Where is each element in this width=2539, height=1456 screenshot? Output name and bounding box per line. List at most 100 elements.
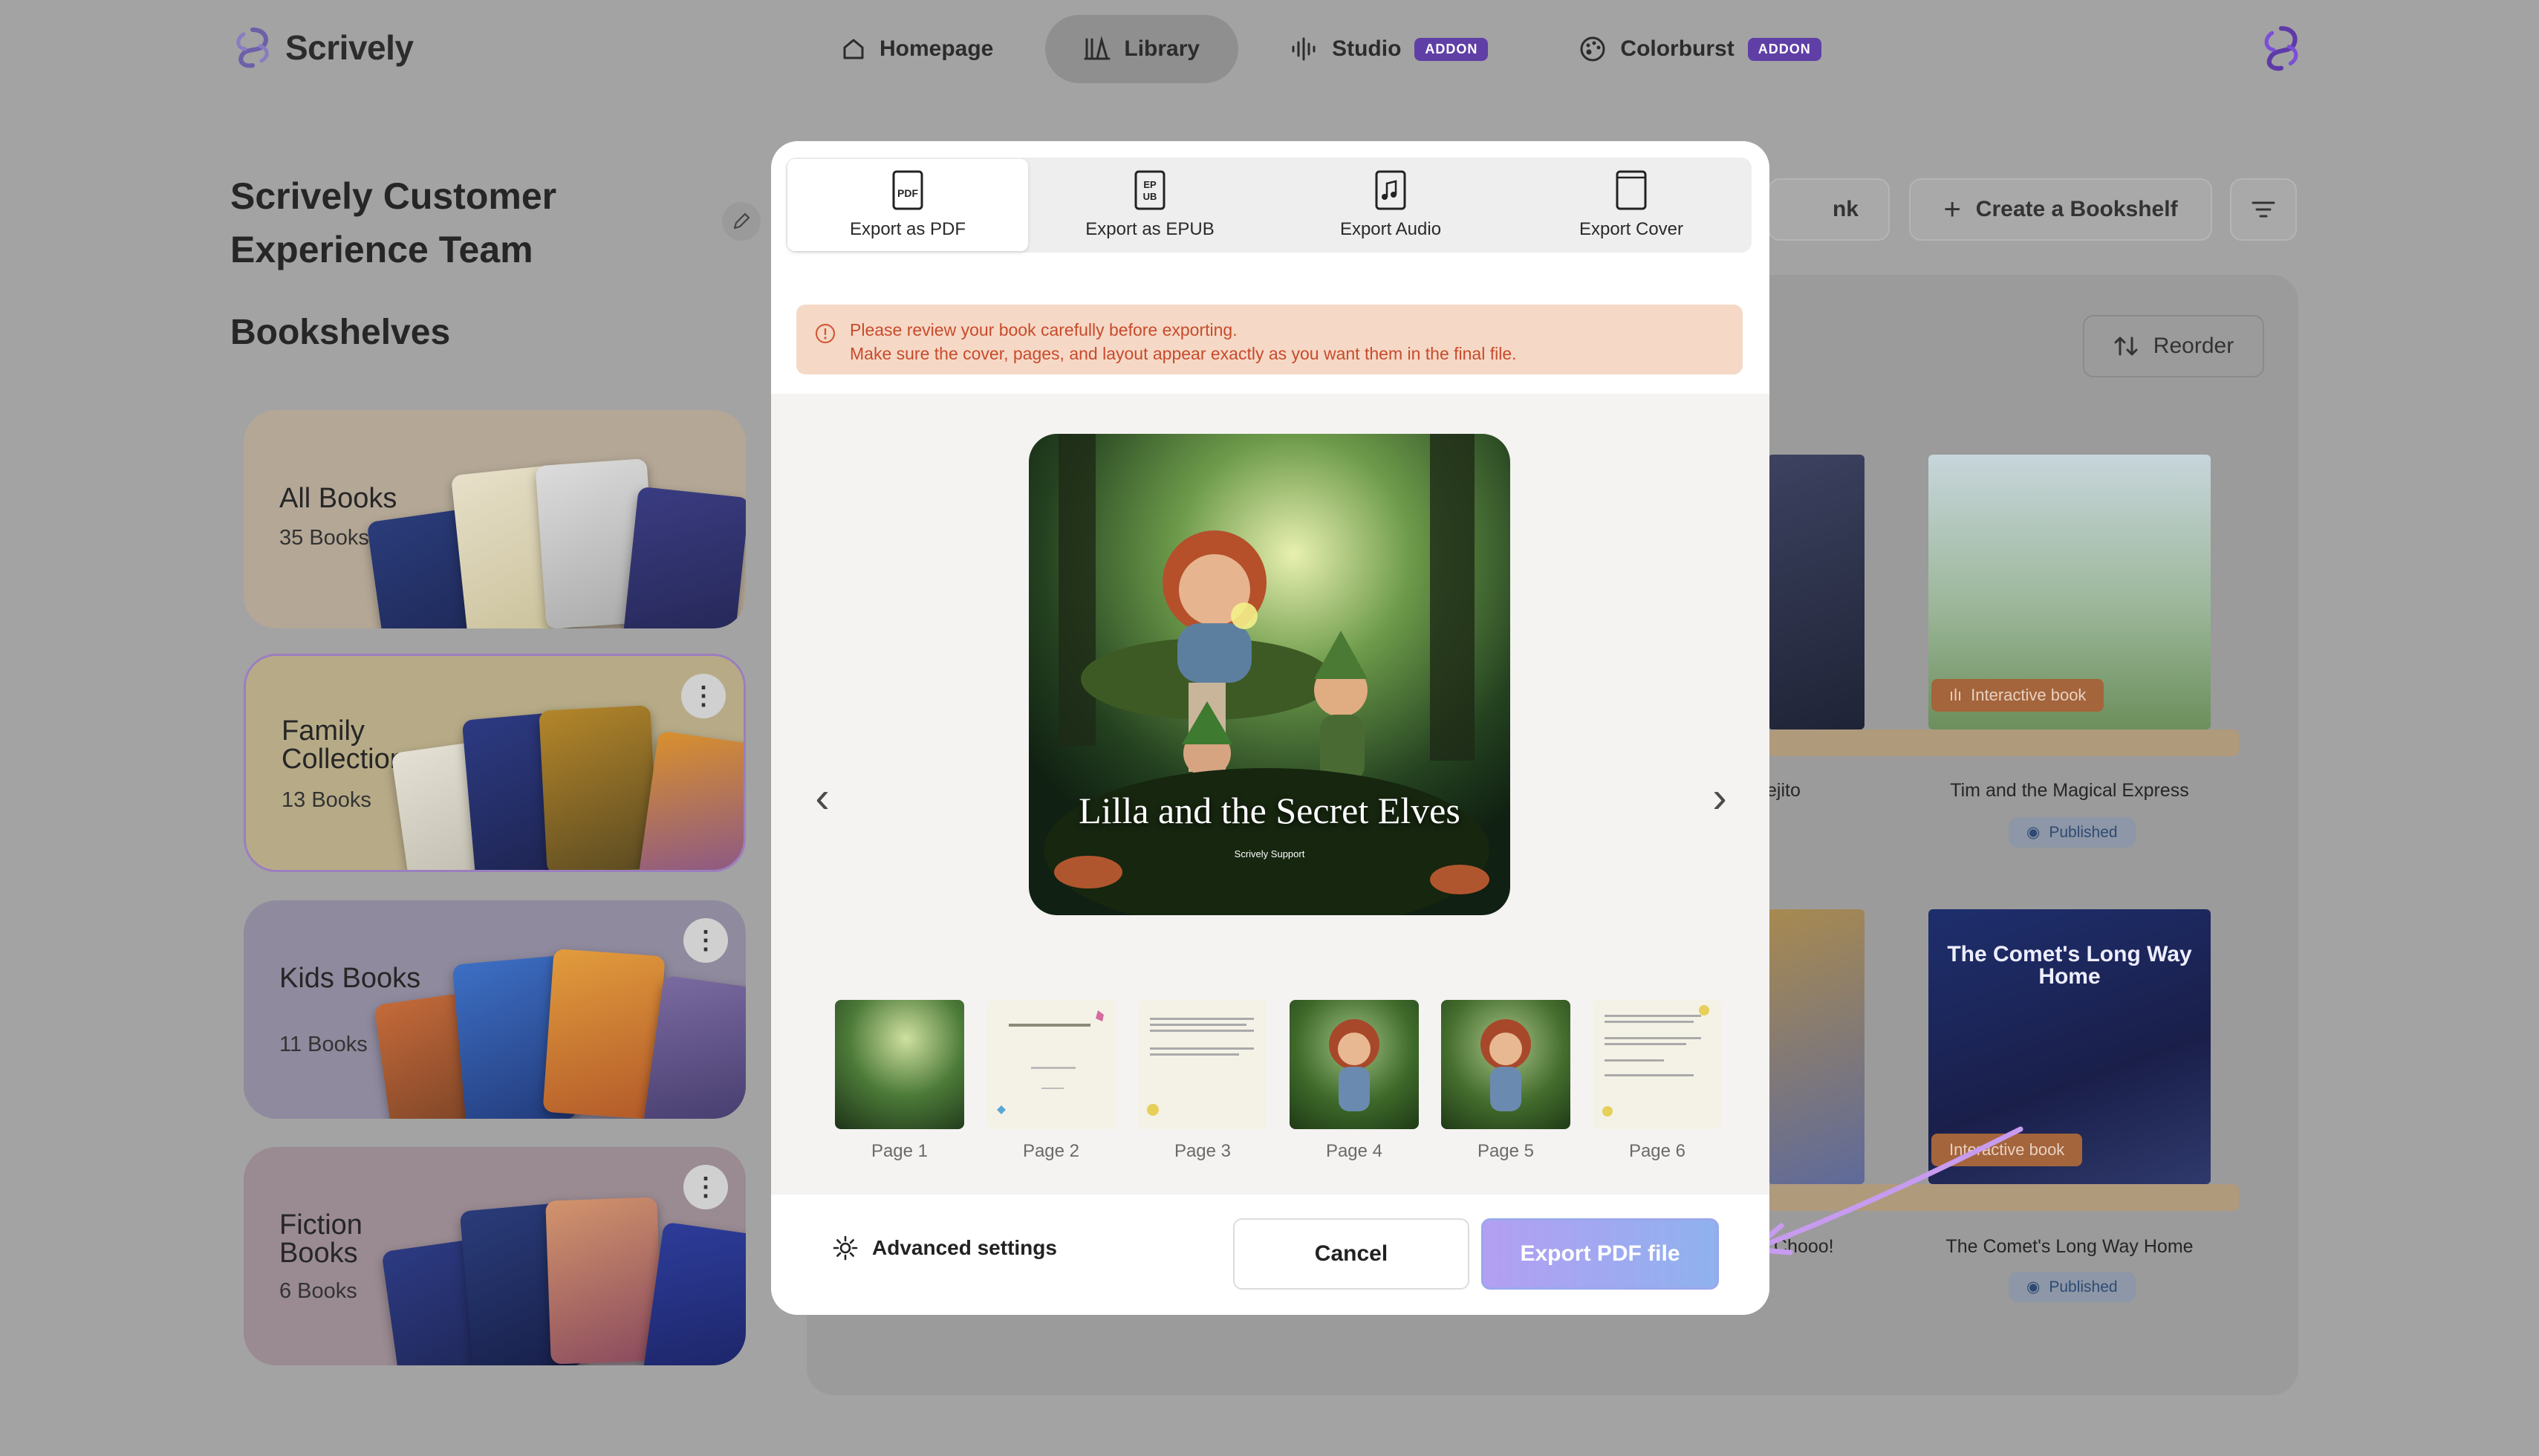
nav-homepage-label: Homepage: [880, 36, 994, 61]
colorburst-addon-badge: ADDON: [1747, 37, 1821, 61]
eye-icon: ◉: [2026, 1278, 2041, 1296]
warning-line-2: Make sure the cover, pages, and layout a…: [850, 344, 1517, 363]
scrively-avatar-icon: [2264, 26, 2298, 71]
page-label: Page 3: [1174, 1141, 1232, 1161]
page-thumbnail[interactable]: Page 5: [1441, 1000, 1570, 1162]
svg-text:UB: UB: [1143, 191, 1157, 202]
page-thumbnail[interactable]: Page 6: [1593, 1000, 1722, 1162]
create-bookshelf-button[interactable]: + Create a Bookshelf: [1909, 178, 2212, 241]
book-title: Tim and the Magical Express: [1950, 780, 2189, 801]
next-page-button[interactable]: ›: [1701, 773, 1738, 822]
cover-preview: Lilla and the Secret Elves Scrively Supp…: [1029, 434, 1510, 915]
tab-export-audio[interactable]: Export Audio: [1270, 157, 1511, 253]
gear-icon: [833, 1235, 858, 1261]
share-link-label: nk: [1832, 197, 1859, 221]
page-preview: [1441, 1000, 1570, 1129]
svg-text:PDF: PDF: [897, 187, 918, 199]
book-thumbnail: [636, 730, 744, 870]
nav-studio[interactable]: Studio ADDON: [1252, 15, 1527, 83]
library-icon: [1084, 36, 1111, 60]
cancel-button[interactable]: Cancel: [1233, 1218, 1469, 1290]
reorder-button[interactable]: Reorder: [2083, 315, 2264, 377]
page-thumbnails: Page 1 Page 2 Page 3 Page 4 Page 5 Page …: [835, 1000, 1722, 1162]
page-label: Page 4: [1325, 1141, 1383, 1161]
interactive-book-tag: ılı Interactive book: [1931, 679, 2104, 712]
shelf-kids-books[interactable]: Kids Books 11 Books ⋮: [244, 900, 746, 1119]
main-nav: Homepage Library Studio ADDON Colorburst…: [802, 15, 1860, 83]
page-label: Page 2: [1022, 1141, 1080, 1161]
edit-team-button[interactable]: [722, 202, 761, 241]
eye-icon: ◉: [2026, 824, 2041, 841]
book-thumbnail: [545, 1197, 663, 1365]
export-modal: PDF Export as PDF EP UB Export as EPUB Ex…: [771, 141, 1769, 1315]
export-tabs: PDF Export as PDF EP UB Export as EPUB Ex…: [786, 157, 1752, 253]
export-pdf-button[interactable]: Export PDF file: [1481, 1218, 1719, 1290]
nav-colorburst[interactable]: Colorburst ADDON: [1540, 15, 1859, 83]
audio-waveform-icon: ılı: [1949, 686, 1963, 704]
text-page-preview: [1602, 1005, 1709, 1117]
tab-export-pdf[interactable]: PDF Export as PDF: [787, 159, 1028, 251]
nav-colorburst-label: Colorburst: [1620, 36, 1735, 61]
page-thumbnail[interactable]: Page 4: [1290, 1000, 1419, 1162]
nav-library[interactable]: Library: [1045, 15, 1239, 83]
pencil-icon: [733, 212, 750, 230]
shelf-count: 13 Books: [282, 788, 371, 812]
shelf-all-books[interactable]: All Books 35 Books: [244, 410, 746, 628]
page-thumbnail[interactable]: Page 3: [1138, 1000, 1267, 1162]
shelf-family-collection[interactable]: Family Collection 13 Books ⋮: [244, 654, 746, 872]
svg-text:EP: EP: [1143, 179, 1157, 190]
girl-illustration: [1480, 1019, 1531, 1111]
published-badge: ◉ Published: [2009, 817, 2136, 848]
info-icon: [815, 323, 836, 344]
shelf-fiction-books[interactable]: Fiction Books 6 Books ⋮: [244, 1147, 746, 1365]
girl-illustration: [1329, 1019, 1379, 1111]
create-bookshelf-label: Create a Bookshelf: [1975, 197, 2178, 221]
book-thumbnail: [621, 486, 746, 628]
share-link-button[interactable]: nk: [1768, 178, 1890, 241]
page-preview: [1290, 1000, 1419, 1129]
advanced-settings-button[interactable]: Advanced settings: [832, 1235, 1057, 1261]
more-vertical-icon: ⋮: [693, 1173, 718, 1201]
filter-icon: [2252, 201, 2275, 218]
page-label: Page 1: [871, 1141, 929, 1161]
sort-arrows-icon: [2114, 337, 2138, 356]
audio-waveform-icon: [1292, 37, 1316, 61]
home-icon: [843, 39, 864, 59]
tab-export-epub[interactable]: EP UB Export as EPUB: [1030, 157, 1270, 253]
app-name: Scrively: [285, 28, 414, 67]
chevron-left-icon: ‹: [815, 773, 830, 822]
user-avatar[interactable]: [2258, 24, 2304, 78]
pointer-arrow-icon: [1750, 1126, 2023, 1255]
nav-homepage[interactable]: Homepage: [802, 15, 1032, 83]
app-logo[interactable]: Scrively: [230, 25, 414, 70]
export-warning: Please review your book carefully before…: [796, 305, 1743, 374]
interactive-book-label: Interactive book: [1971, 686, 2087, 704]
forest-scene-illustration: [1029, 434, 1510, 915]
shelf-menu-button[interactable]: ⋮: [683, 918, 728, 963]
team-title: Scrively Customer Experience Team: [230, 175, 557, 270]
cover-author: Scrively Support: [1234, 848, 1305, 859]
shelf-menu-button[interactable]: ⋮: [683, 1165, 728, 1209]
filter-button[interactable]: [2230, 178, 2297, 241]
scrively-logo-icon: [236, 27, 269, 68]
more-vertical-icon: ⋮: [693, 926, 718, 955]
shelf-menu-button[interactable]: ⋮: [681, 674, 726, 718]
shelf-count: 11 Books: [279, 1033, 368, 1056]
book-cover-tim[interactable]: ılı Interactive book: [1928, 455, 2211, 729]
shelf-board: [1768, 729, 2239, 756]
published-badge: ◉ Published: [2009, 1272, 2136, 1302]
tab-export-cover[interactable]: Export Cover: [1511, 157, 1752, 253]
plus-icon: +: [1943, 192, 1961, 226]
shelf-count: 35 Books: [279, 526, 369, 550]
advanced-settings-label: Advanced settings: [872, 1236, 1057, 1259]
book-cover-partial[interactable]: [1768, 455, 1865, 729]
page-thumbnail[interactable]: Page 1: [835, 1000, 964, 1162]
chevron-right-icon: ›: [1712, 773, 1727, 822]
reorder-label: Reorder: [2153, 334, 2234, 358]
page-thumbnail[interactable]: Page 2: [986, 1000, 1116, 1162]
nav-studio-label: Studio: [1332, 36, 1402, 61]
pdf-file-icon: PDF: [892, 170, 923, 210]
more-vertical-icon: ⋮: [691, 682, 716, 710]
prev-page-button[interactable]: ‹: [804, 773, 841, 822]
book-thumbnail: [539, 705, 659, 870]
